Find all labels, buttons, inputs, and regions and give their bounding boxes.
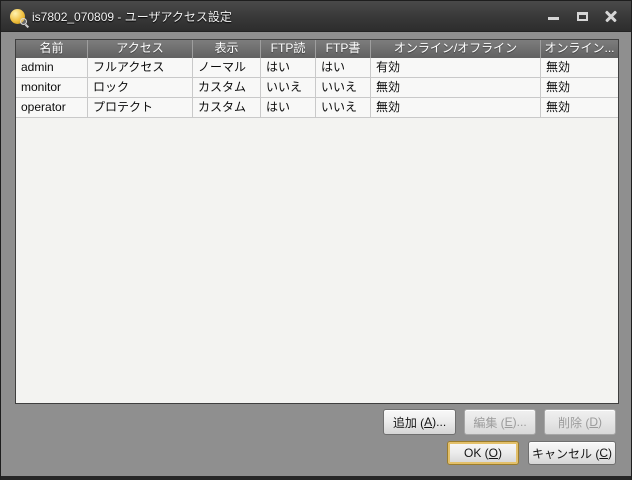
table-row[interactable]: operator プロテクト カスタム はい いいえ 無効 無効	[16, 98, 618, 118]
app-icon	[10, 9, 25, 24]
maximize-button[interactable]	[574, 8, 590, 24]
add-button-mnemonic: A	[424, 415, 432, 429]
delete-button[interactable]: 削除 (D)	[544, 409, 616, 435]
minimize-icon	[548, 17, 559, 20]
table-panel: 名前 アクセス 表示 FTP読 FTP書 オンライン/オフライン オンライン..…	[15, 39, 619, 404]
cell-online-truncated: 無効	[541, 78, 618, 97]
cell-ftp-read: いいえ	[261, 78, 316, 97]
edit-button-suffix: )...	[513, 415, 527, 429]
cell-display: カスタム	[193, 78, 261, 97]
delete-button-mnemonic: D	[589, 415, 598, 429]
delete-button-suffix: )	[598, 415, 602, 429]
cell-access: ロック	[88, 78, 193, 97]
table-row[interactable]: admin フルアクセス ノーマル はい はい 有効 無効	[16, 58, 618, 78]
table-header: 名前 アクセス 表示 FTP読 FTP書 オンライン/オフライン オンライン..…	[16, 40, 618, 58]
cell-name: admin	[16, 58, 88, 77]
cell-online-offline: 無効	[371, 78, 541, 97]
edit-button[interactable]: 編集 (E)...	[464, 409, 536, 435]
column-header-online-truncated[interactable]: オンライン...	[541, 40, 618, 58]
edit-button-mnemonic: E	[505, 415, 513, 429]
ok-button-mnemonic: O	[489, 446, 498, 460]
cell-access: プロテクト	[88, 98, 193, 117]
magnifier-handle	[25, 24, 29, 28]
cell-online-truncated: 無効	[541, 98, 618, 117]
minimize-button[interactable]	[545, 8, 561, 24]
cell-ftp-read: はい	[261, 58, 316, 77]
column-header-name[interactable]: 名前	[16, 40, 88, 58]
column-header-access[interactable]: アクセス	[88, 40, 193, 58]
cell-ftp-write: はい	[316, 58, 371, 77]
add-button-label: 追加 (	[393, 414, 424, 431]
cell-online-offline: 有効	[371, 58, 541, 77]
cancel-button-suffix: )	[608, 446, 612, 460]
close-button[interactable]	[603, 8, 619, 24]
add-button-suffix: )...	[432, 415, 446, 429]
table-row[interactable]: monitor ロック カスタム いいえ いいえ 無効 無効	[16, 78, 618, 98]
titlebar: is7802_070809 - ユーザアクセス設定	[1, 1, 631, 32]
column-header-display[interactable]: 表示	[193, 40, 261, 58]
cell-ftp-read: はい	[261, 98, 316, 117]
column-header-ftp-read[interactable]: FTP読	[261, 40, 316, 58]
column-header-ftp-write[interactable]: FTP書	[316, 40, 371, 58]
delete-button-label: 削除 (	[558, 414, 589, 431]
cell-ftp-write: いいえ	[316, 78, 371, 97]
cell-online-offline: 無効	[371, 98, 541, 117]
cell-online-truncated: 無効	[541, 58, 618, 77]
add-button[interactable]: 追加 (A)...	[383, 409, 456, 435]
maximize-icon	[577, 12, 588, 21]
ok-button-suffix: )	[498, 446, 502, 460]
ok-button[interactable]: OK (O)	[447, 441, 519, 465]
cell-name: operator	[16, 98, 88, 117]
cancel-button-mnemonic: C	[599, 446, 608, 460]
user-access-settings-dialog: is7802_070809 - ユーザアクセス設定 名前 アクセス 表示 FTP…	[0, 0, 632, 480]
cell-name: monitor	[16, 78, 88, 97]
ok-button-label: OK (	[464, 446, 489, 460]
window-controls	[545, 8, 619, 24]
column-header-online-offline[interactable]: オンライン/オフライン	[371, 40, 541, 58]
window-title: is7802_070809 - ユーザアクセス設定	[32, 8, 232, 25]
cell-display: カスタム	[193, 98, 261, 117]
cancel-button-label: キャンセル (	[532, 445, 599, 462]
edit-button-label: 編集 (	[473, 414, 504, 431]
close-icon	[605, 10, 617, 22]
cell-access: フルアクセス	[88, 58, 193, 77]
cancel-button[interactable]: キャンセル (C)	[528, 441, 616, 465]
cell-display: ノーマル	[193, 58, 261, 77]
cell-ftp-write: いいえ	[316, 98, 371, 117]
